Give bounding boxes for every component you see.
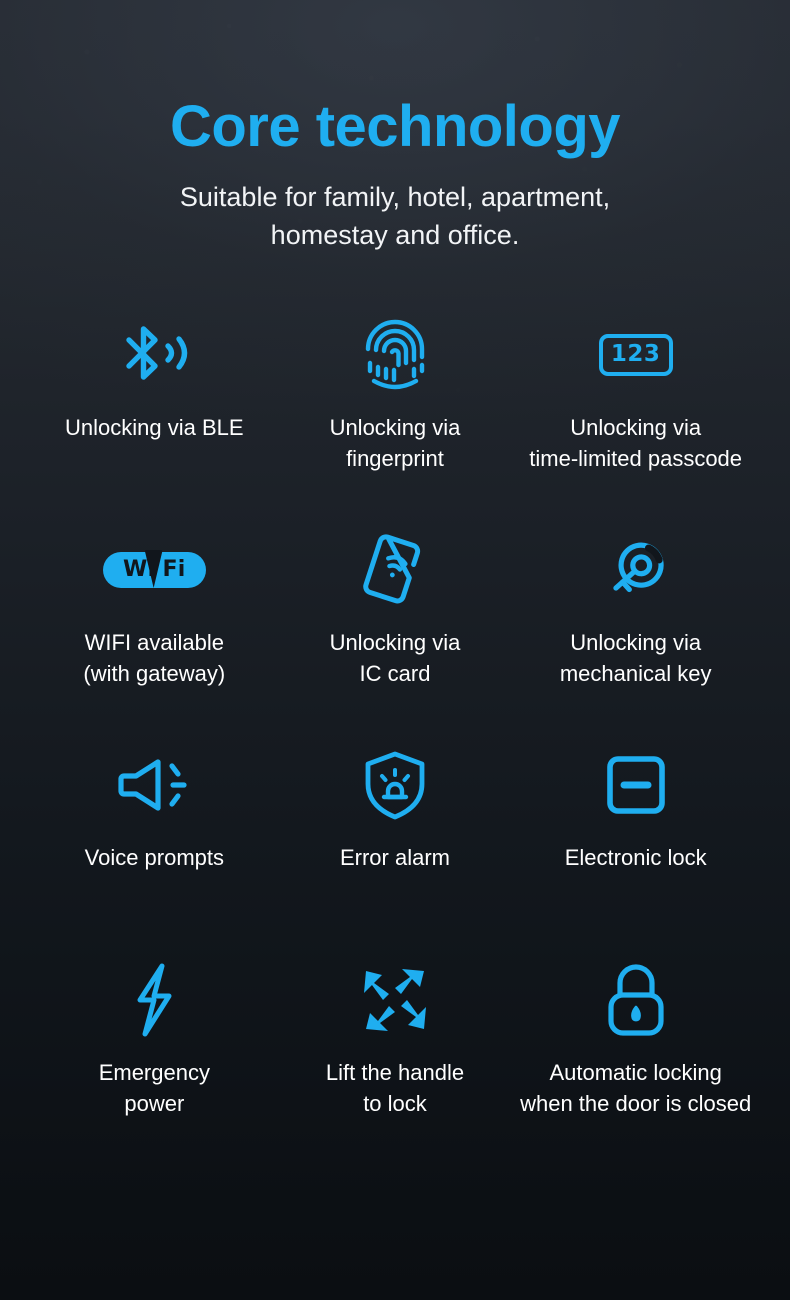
core-technology-page: Core technology Suitable for family, hot…	[0, 0, 790, 1300]
feature-item-mechanical-key: Unlocking via mechanical key	[515, 521, 756, 736]
feature-item-automatic-locking: Automatic locking when the door is close…	[515, 951, 756, 1166]
feature-label: Electronic lock	[564, 844, 707, 870]
feature-item-ble: Unlocking via BLE	[34, 306, 275, 521]
wifi-logo-text-fi: Fi	[162, 556, 186, 582]
feature-label: Automatic locking when the door is close…	[520, 1059, 752, 1117]
padlock-closed-icon	[606, 961, 666, 1039]
bluetooth-icon	[115, 316, 193, 394]
speaker-icon	[114, 746, 194, 824]
feature-label: Unlocking via time-limited passcode	[529, 414, 743, 472]
feature-item-electronic-lock: Electronic lock	[515, 736, 756, 951]
feature-grid: Unlocking via BLE Unlocking via fingerpr…	[0, 306, 790, 1166]
arrows-inward-icon	[362, 961, 428, 1039]
feature-item-voice-prompts: Voice prompts	[34, 736, 275, 951]
wifi-logo-text-wi: Wi	[123, 556, 156, 582]
feature-item-wifi: Wi Fi WIFI available (with gateway)	[34, 521, 275, 736]
feature-item-passcode: 123 Unlocking via time-limited passcode	[515, 306, 756, 521]
passcode-badge-text: 123	[598, 333, 673, 376]
lightning-bolt-icon	[128, 961, 180, 1039]
key-icon	[601, 531, 671, 609]
feature-label: WIFI available (with gateway)	[83, 629, 226, 687]
feature-label: Emergency power	[98, 1059, 210, 1117]
feature-label: Unlocking via mechanical key	[559, 629, 712, 687]
subtitle-line-1: Suitable for family, hotel, apartment,	[179, 182, 611, 213]
shield-alarm-icon	[362, 746, 428, 824]
feature-label: Unlocking via BLE	[65, 414, 244, 440]
page-header: Core technology Suitable for family, hot…	[0, 0, 790, 254]
feature-label: Unlocking via fingerprint	[329, 414, 461, 472]
feature-label: Error alarm	[339, 844, 450, 870]
feature-item-emergency-power: Emergency power	[34, 951, 275, 1166]
subtitle-line-2: homestay and office.	[270, 219, 520, 250]
page-subtitle: Suitable for family, hotel, apartment, h…	[0, 179, 790, 254]
electronic-lock-icon	[605, 746, 667, 824]
feature-label: Unlocking via IC card	[329, 629, 461, 687]
feature-item-fingerprint: Unlocking via fingerprint	[275, 306, 516, 521]
feature-item-lift-handle: Lift the handle to lock	[275, 951, 516, 1166]
wifi-logo-icon: Wi Fi	[103, 531, 206, 609]
wifi-logo: Wi Fi	[103, 549, 206, 588]
feature-label: Voice prompts	[84, 844, 225, 870]
fingerprint-icon	[364, 316, 426, 394]
feature-label: Lift the handle to lock	[325, 1059, 465, 1117]
feature-item-ic-card: Unlocking via IC card	[275, 521, 516, 736]
page-title: Core technology	[169, 94, 621, 159]
passcode-123-icon: 123	[598, 316, 673, 394]
feature-item-error-alarm: Error alarm	[275, 736, 516, 951]
ic-card-nfc-icon	[360, 531, 430, 609]
